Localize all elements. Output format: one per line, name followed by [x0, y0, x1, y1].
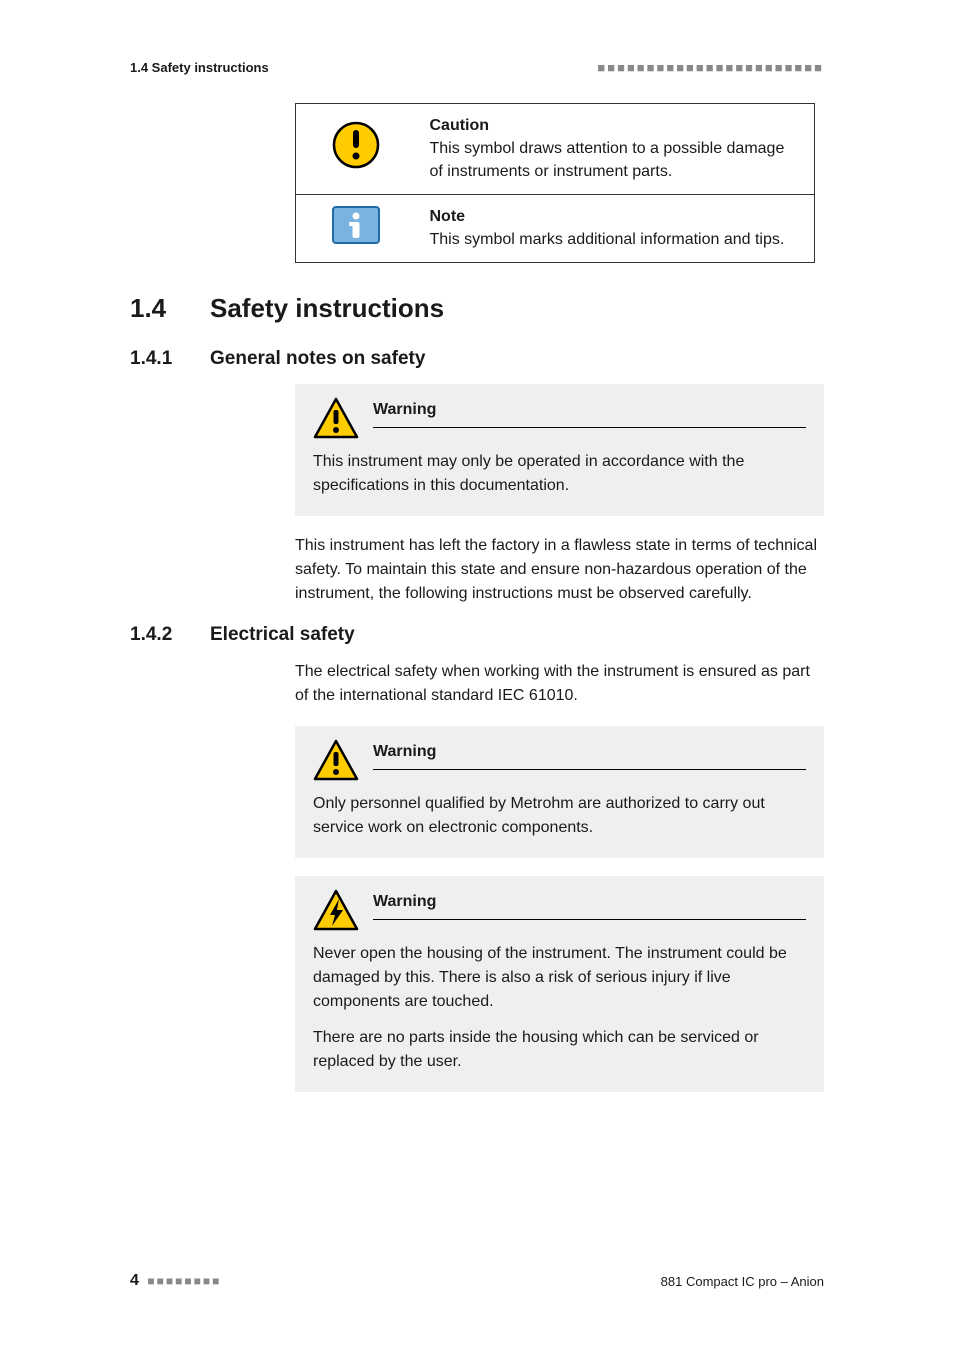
caution-desc: This symbol draws attention to a possibl… [430, 140, 785, 180]
note-symbol-cell [296, 194, 416, 262]
table-row: Caution This symbol draws attention to a… [296, 104, 815, 195]
warning-callout: Warning Only personnel qualified by Metr… [295, 726, 824, 858]
warning-text: This instrument may only be operated in … [313, 450, 806, 498]
warning-triangle-icon [313, 398, 359, 438]
warning-callout-electrical: Warning Never open the housing of the in… [295, 876, 824, 1092]
subsection-number: 1.4.2 [130, 624, 210, 646]
header-dashes: ■■■■■■■■■■■■■■■■■■■■■■■ [597, 60, 824, 75]
table-row: Note This symbol marks additional inform… [296, 194, 815, 262]
note-info-icon [331, 205, 381, 245]
section-1-4-1-heading: 1.4.1 General notes on safety [130, 348, 824, 370]
section-1-4-heading: 1.4 Safety instructions [130, 293, 824, 324]
body-paragraph: The electrical safety when working with … [295, 660, 824, 708]
footer-doc-title: 881 Compact IC pro – Anion [661, 1274, 824, 1289]
warning-text: There are no parts inside the housing wh… [313, 1026, 806, 1074]
caution-round-icon [331, 120, 381, 170]
warning-triangle-icon [313, 740, 359, 780]
header-section-ref: 1.4 Safety instructions [130, 60, 269, 75]
warning-label: Warning [373, 743, 806, 770]
caution-title: Caution [430, 117, 490, 134]
footer-dashes: ■■■■■■■■ [147, 1274, 221, 1288]
section-title: Safety instructions [210, 293, 444, 324]
section-number: 1.4 [130, 293, 210, 324]
body-paragraph: This instrument has left the factory in … [295, 534, 824, 606]
note-title: Note [430, 208, 466, 225]
caution-symbol-cell [296, 104, 416, 195]
symbol-legend-table: Caution This symbol draws attention to a… [295, 103, 815, 263]
warning-label: Warning [373, 893, 806, 920]
running-header: 1.4 Safety instructions ■■■■■■■■■■■■■■■■… [130, 60, 824, 75]
subsection-number: 1.4.1 [130, 348, 210, 370]
warning-label: Warning [373, 401, 806, 428]
page-number: 4 [130, 1272, 139, 1289]
warning-text: Only personnel qualified by Metrohm are … [313, 792, 806, 840]
note-desc: This symbol marks additional information… [430, 231, 785, 248]
warning-callout: Warning This instrument may only be oper… [295, 384, 824, 516]
subsection-title: Electrical safety [210, 624, 355, 646]
warning-text: Never open the housing of the instrument… [313, 942, 806, 1014]
section-1-4-2-heading: 1.4.2 Electrical safety [130, 624, 824, 646]
note-text-cell: Note This symbol marks additional inform… [416, 194, 815, 262]
subsection-title: General notes on safety [210, 348, 425, 370]
caution-text-cell: Caution This symbol draws attention to a… [416, 104, 815, 195]
warning-electrical-icon [313, 890, 359, 930]
page-footer: 4 ■■■■■■■■ 881 Compact IC pro – Anion [130, 1272, 824, 1290]
